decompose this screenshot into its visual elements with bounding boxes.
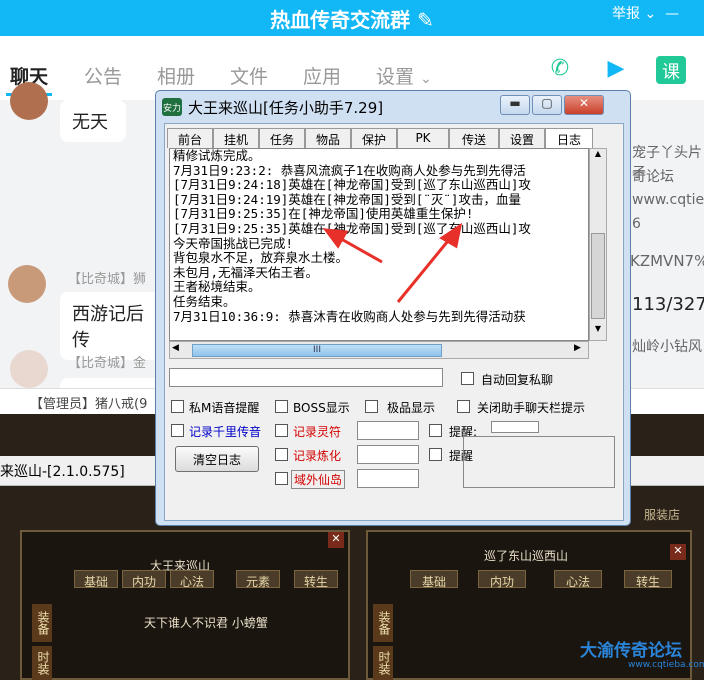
annotation-arrows	[322, 222, 463, 303]
arrow-head	[322, 228, 349, 249]
arrow-line	[396, 235, 454, 303]
watermark-logo: 大渝传奇论坛	[580, 641, 682, 661]
watermark-url: www.cqtieba.com	[628, 660, 704, 670]
